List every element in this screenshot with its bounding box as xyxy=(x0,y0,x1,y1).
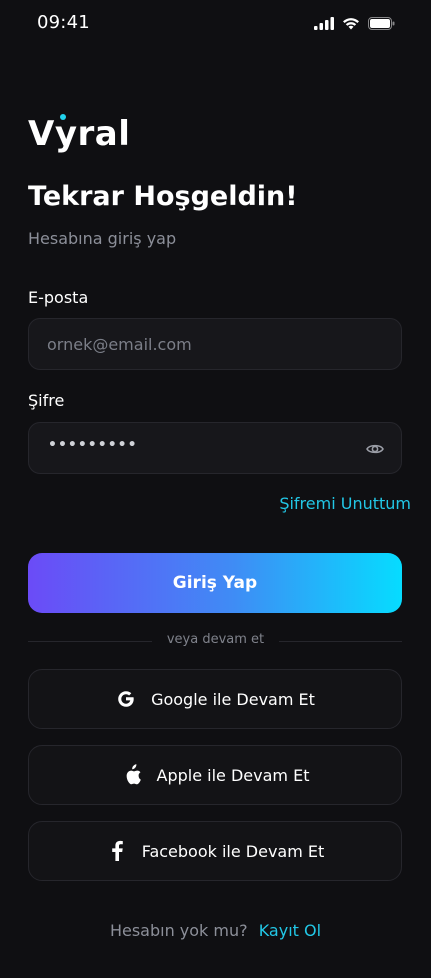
facebook-icon xyxy=(106,840,128,862)
forgot-password-link[interactable]: Şifremi Unuttum xyxy=(279,494,411,513)
page-subtitle: Hesabına giriş yap xyxy=(28,229,177,248)
google-button-label: Google ile Devam Et xyxy=(151,689,315,709)
signup-prompt-text: Hesabın yok mu? xyxy=(109,921,248,940)
password-value: ••••••••• xyxy=(48,437,138,453)
wifi-icon xyxy=(342,15,360,34)
divider-text-row: veya devam et xyxy=(0,632,431,647)
divider-label: veya devam et xyxy=(156,632,275,647)
status-bar: 09:41 xyxy=(0,0,431,46)
facebook-button-label: Facebook ile Devam Et xyxy=(141,841,325,861)
page-title: Tekrar Hoşgeldin! xyxy=(28,181,298,212)
apple-icon xyxy=(121,764,143,786)
logo-accent-dot xyxy=(60,114,66,120)
signup-prompt-row: Hesabın yok mu? Kayıt Ol xyxy=(0,921,431,940)
apple-button-label: Apple ile Devam Et xyxy=(156,765,310,785)
email-field[interactable] xyxy=(47,319,347,369)
status-icons xyxy=(314,15,395,34)
battery-icon xyxy=(368,15,395,34)
email-field-container xyxy=(28,318,402,370)
facebook-signin-button[interactable]: Facebook ile Devam Et xyxy=(28,821,402,881)
show-password-icon[interactable] xyxy=(365,439,385,459)
app-logo: Vyral xyxy=(28,114,130,154)
login-button[interactable]: Giriş Yap xyxy=(28,553,402,613)
brand-name: Vyral xyxy=(28,114,131,154)
apple-signin-button[interactable]: Apple ile Devam Et xyxy=(28,745,402,805)
status-time: 09:41 xyxy=(37,12,90,33)
email-label: E-posta xyxy=(28,288,89,307)
signup-link[interactable]: Kayıt Ol xyxy=(259,921,321,940)
password-field[interactable]: ••••••••• xyxy=(28,422,402,474)
cellular-signal-icon xyxy=(314,15,334,34)
password-label: Şifre xyxy=(28,391,65,410)
google-icon xyxy=(115,688,137,710)
login-screen: 09:41 Vyral Tekrar Hoşgeldin! Hesabına g… xyxy=(0,0,431,978)
google-signin-button[interactable]: Google ile Devam Et xyxy=(28,669,402,729)
